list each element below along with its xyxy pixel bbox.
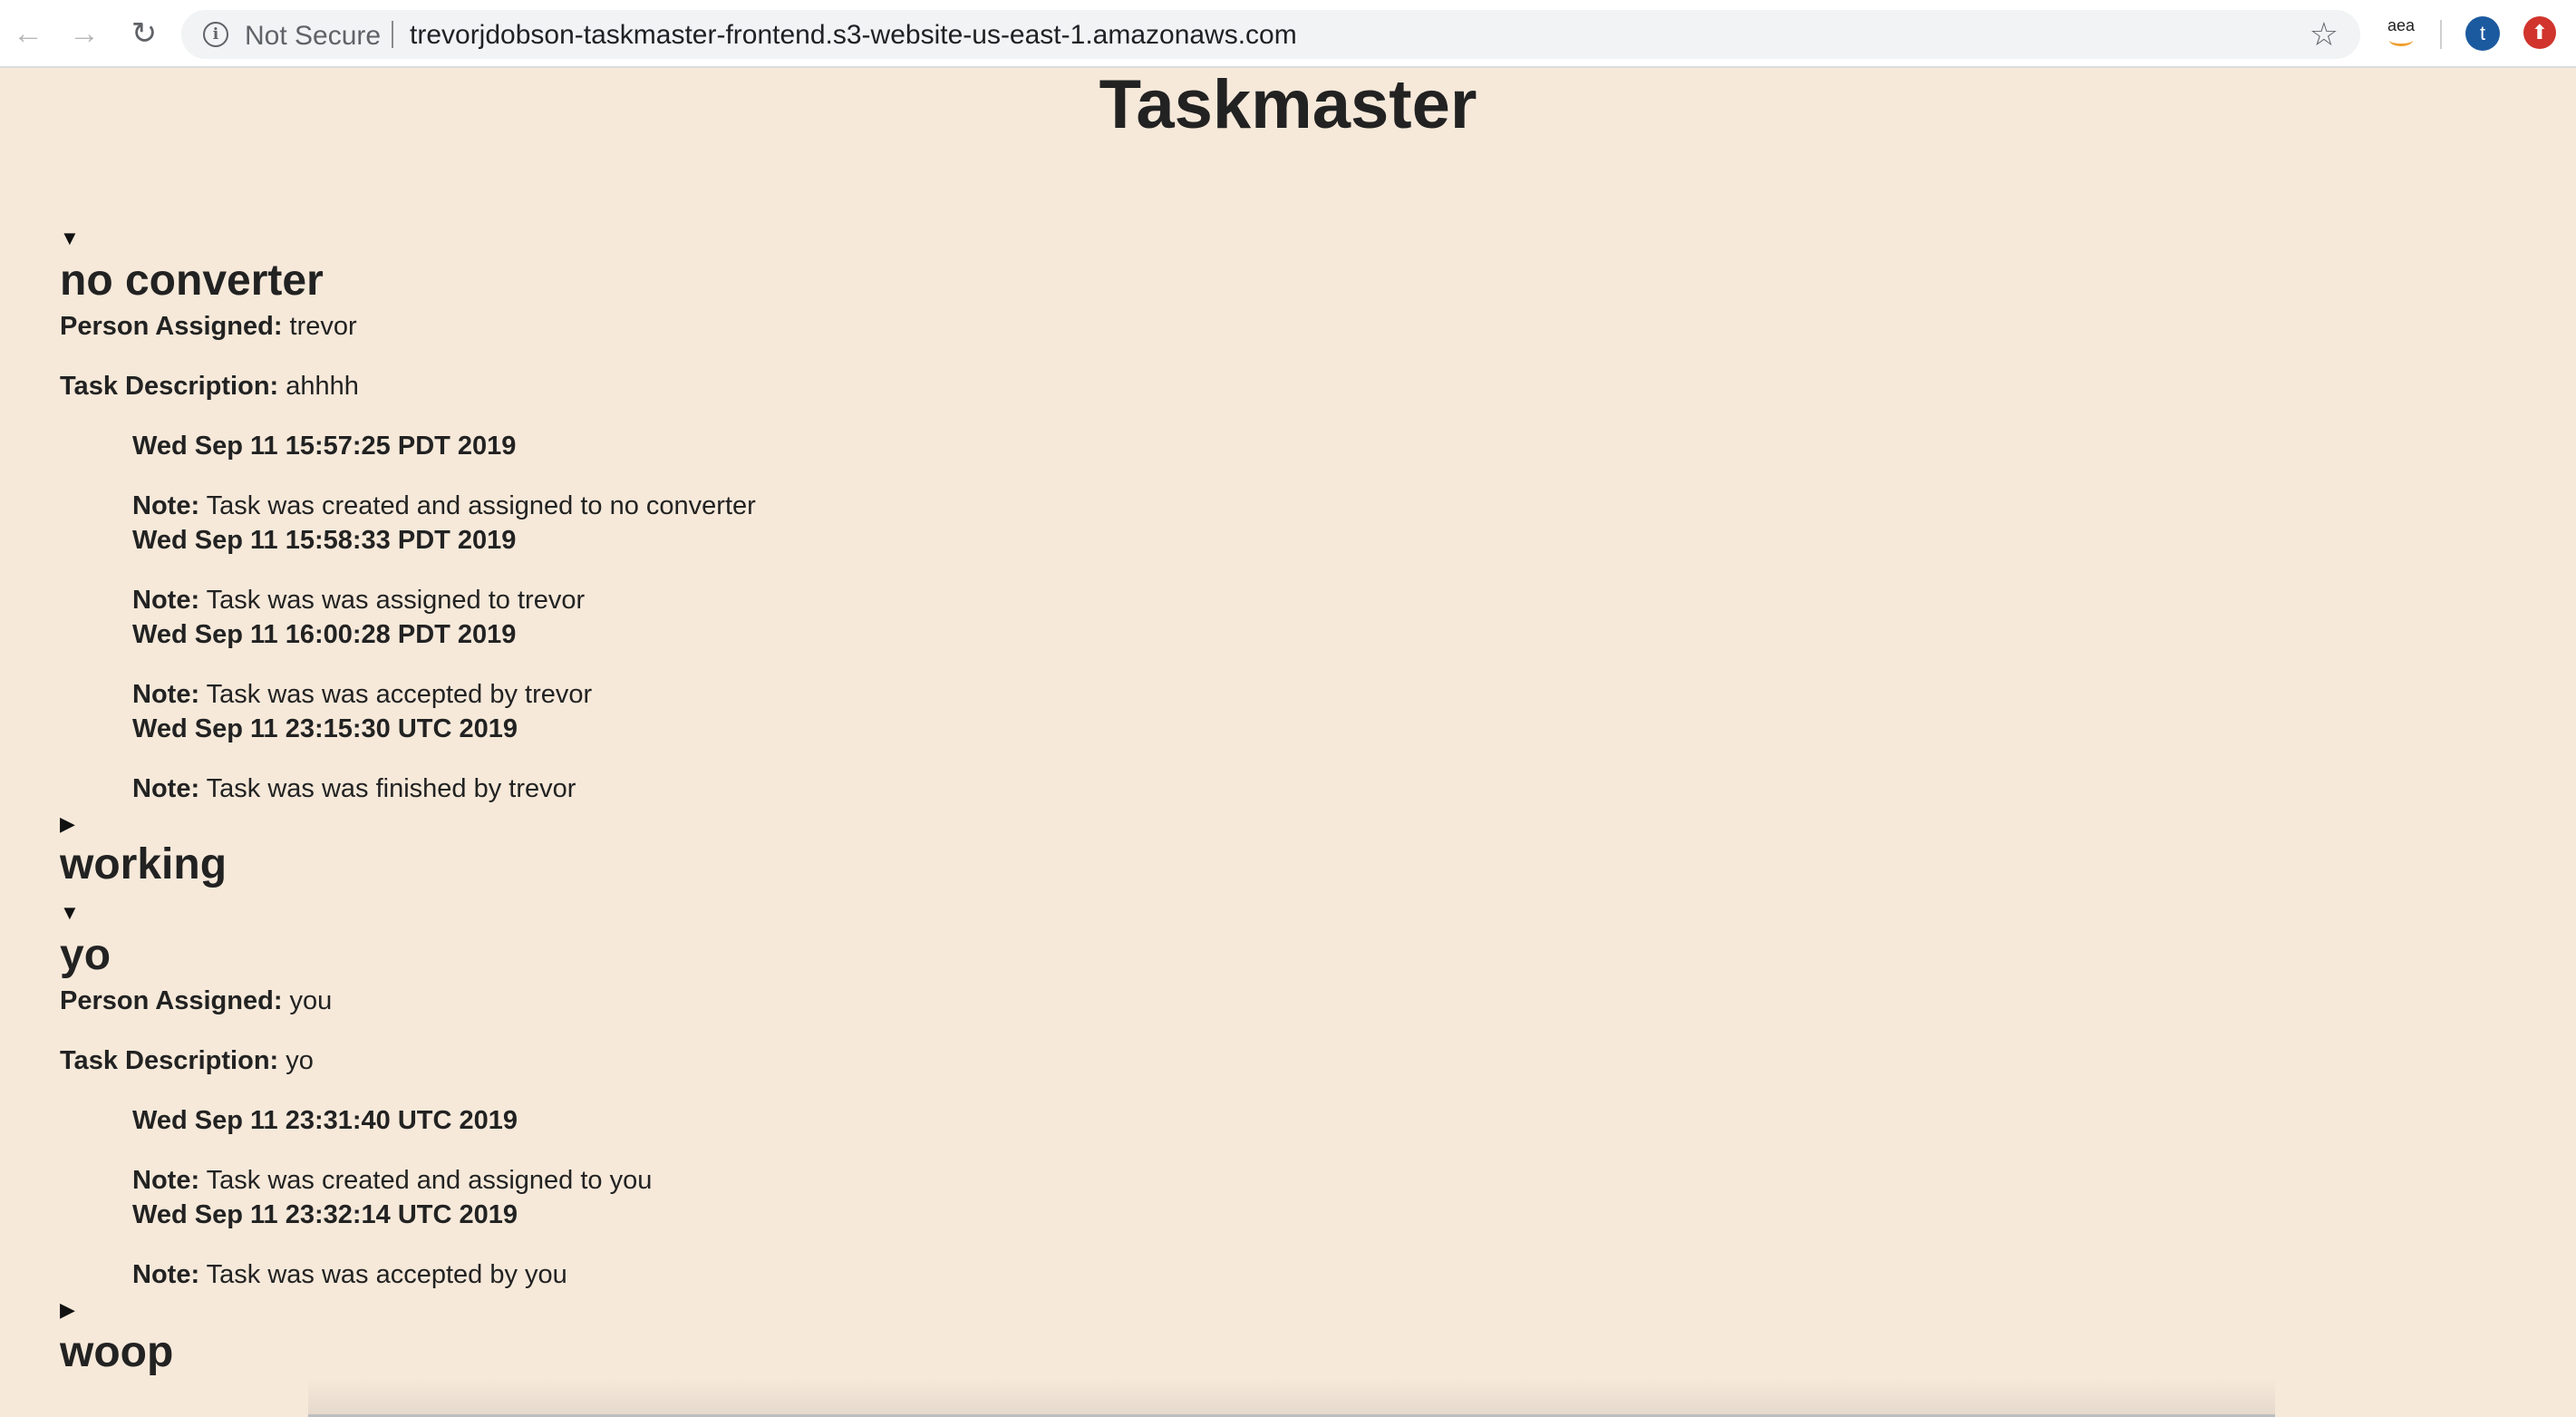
person-assigned: Person Assigned: you (60, 986, 332, 1016)
page-title: Taskmaster (1099, 66, 1477, 143)
task-name[interactable]: working (60, 840, 227, 889)
history-note: Note: Task was was accepted by trevor (132, 680, 592, 710)
history-date: Wed Sep 11 15:58:33 PDT 2019 (132, 526, 517, 555)
bottom-panel-edge (308, 1378, 2275, 1417)
url-text[interactable]: trevorjdobson-taskmaster-frontend.s3-web… (410, 20, 1297, 51)
toolbar-divider (2440, 20, 2442, 49)
task-name[interactable]: no converter (60, 256, 324, 306)
profile-avatar[interactable]: t (2465, 16, 2500, 51)
person-label: Person Assigned: (60, 312, 283, 341)
description-value: yo (286, 1046, 314, 1075)
history-date: Wed Sep 11 15:57:25 PDT 2019 (132, 432, 517, 461)
history-date: Wed Sep 11 23:15:30 UTC 2019 (132, 714, 518, 743)
note-text: Task was created and assigned to no conv… (206, 491, 756, 520)
collapse-toggle-icon[interactable]: ▶ (60, 812, 75, 836)
bookmark-star-icon[interactable]: ☆ (2310, 15, 2339, 53)
history-date: Wed Sep 11 23:32:14 UTC 2019 (132, 1200, 518, 1229)
history-note: Note: Task was created and assigned to y… (132, 1166, 652, 1196)
note-label: Note: (132, 680, 200, 709)
description-value: ahhhh (286, 372, 359, 401)
note-label: Note: (132, 491, 200, 520)
upload-extension-icon[interactable]: ⬆ (2523, 16, 2556, 49)
task-name[interactable]: woop (60, 1327, 173, 1377)
description-label: Task Description: (60, 1046, 279, 1075)
collapse-toggle-icon[interactable]: ▶ (60, 1298, 75, 1322)
task-description: Task Description: ahhhh (60, 372, 359, 402)
person-assigned: Person Assigned: trevor (60, 312, 357, 342)
note-text: Task was created and assigned to you (206, 1166, 653, 1195)
person-value: you (289, 986, 333, 1015)
amazon-assistant-extension-icon[interactable]: aea (2382, 15, 2420, 53)
note-label: Note: (132, 1260, 200, 1289)
smile-icon (2389, 34, 2413, 46)
note-text: Task was was finished by trevor (206, 774, 576, 803)
extension-label: aea (2387, 16, 2416, 34)
task-description: Task Description: yo (60, 1046, 314, 1076)
expand-toggle-icon[interactable]: ▼ (60, 901, 80, 925)
history-note: Note: Task was was accepted by you (132, 1260, 567, 1290)
info-icon[interactable]: i (203, 22, 228, 47)
description-label: Task Description: (60, 372, 279, 401)
browser-toolbar: ← → ↻ i Not Secure trevorjdobson-taskmas… (0, 0, 2576, 68)
back-arrow-icon[interactable]: ← (7, 13, 49, 54)
note-text: Task was was accepted by trevor (206, 680, 593, 709)
note-label: Note: (132, 774, 200, 803)
history-date: Wed Sep 11 16:00:28 PDT 2019 (132, 620, 517, 649)
person-value: trevor (289, 312, 357, 341)
security-status[interactable]: Not Secure (245, 21, 381, 52)
note-label: Note: (132, 1166, 200, 1195)
forward-arrow-icon[interactable]: → (63, 13, 105, 54)
note-label: Note: (132, 586, 200, 615)
address-bar[interactable]: i Not Secure trevorjdobson-taskmaster-fr… (181, 10, 2360, 59)
task-name[interactable]: yo (60, 930, 111, 980)
history-date: Wed Sep 11 23:31:40 UTC 2019 (132, 1106, 518, 1135)
history-note: Note: Task was was finished by trevor (132, 774, 576, 804)
note-text: Task was was assigned to trevor (206, 586, 586, 615)
address-separator (392, 21, 393, 48)
person-label: Person Assigned: (60, 986, 283, 1015)
expand-toggle-icon[interactable]: ▼ (60, 227, 80, 250)
history-note: Note: Task was was assigned to trevor (132, 586, 585, 616)
note-text: Task was was accepted by you (206, 1260, 567, 1289)
reload-icon[interactable]: ↻ (123, 13, 165, 54)
history-note: Note: Task was created and assigned to n… (132, 491, 756, 521)
